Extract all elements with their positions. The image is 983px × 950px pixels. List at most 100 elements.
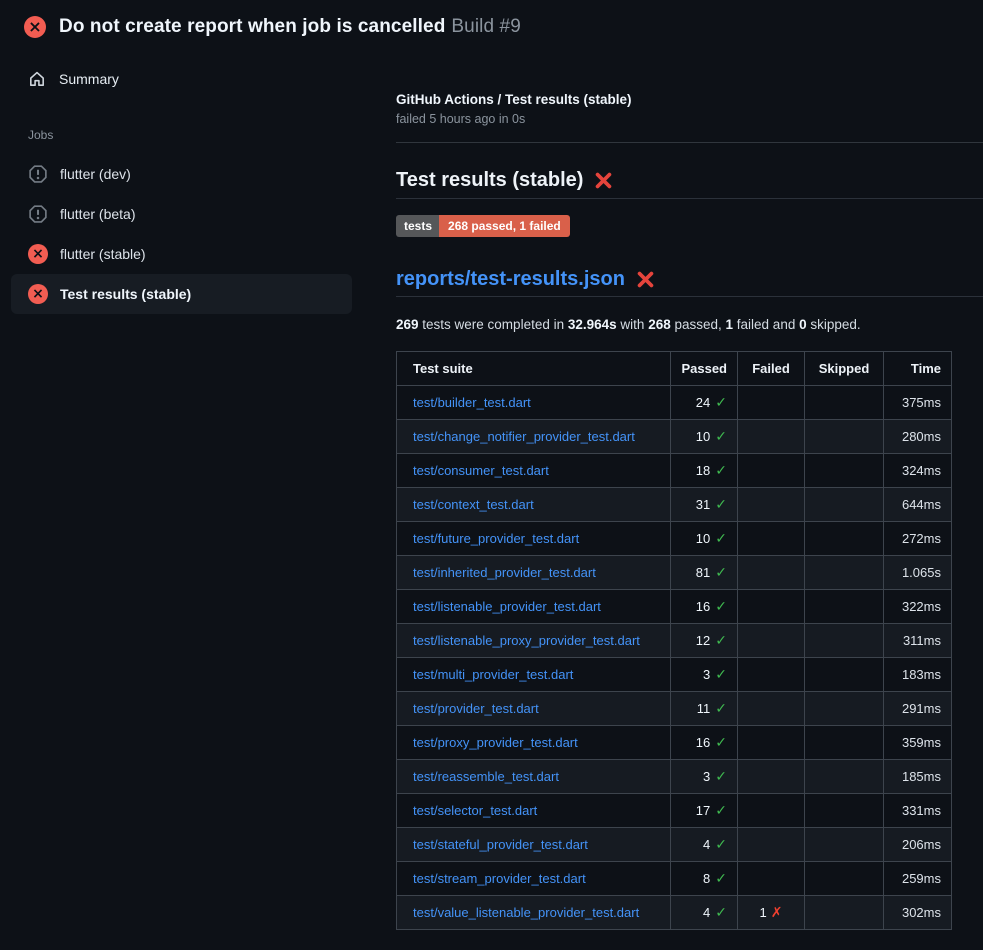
time-cell: 324ms <box>884 454 952 488</box>
passed-count: 3 <box>703 667 710 682</box>
check-icon: ✓ <box>715 769 727 785</box>
test-suite-link[interactable]: test/consumer_test.dart <box>413 463 549 478</box>
test-suite-link[interactable]: test/change_notifier_provider_test.dart <box>413 429 635 444</box>
failed-cell <box>738 522 805 556</box>
suite-cell: test/value_listenable_provider_test.dart <box>397 896 671 930</box>
test-suite-link[interactable]: test/stateful_provider_test.dart <box>413 837 588 852</box>
sidebar-item-flutter-dev[interactable]: flutter (dev) <box>11 154 352 194</box>
failed-cell <box>738 420 805 454</box>
sidebar-item-test-results-stable[interactable]: × Test results (stable) <box>11 274 352 314</box>
time-cell: 311ms <box>884 624 952 658</box>
failed-icon: × <box>28 244 48 264</box>
summary-number: 0 <box>799 317 807 332</box>
jobs-section-label: Jobs <box>0 98 365 154</box>
test-suite-link[interactable]: test/reassemble_test.dart <box>413 769 559 784</box>
failed-cell <box>738 590 805 624</box>
table-row: test/future_provider_test.dart 10✓ 272ms <box>397 522 952 556</box>
skipped-cell <box>805 828 884 862</box>
suite-cell: test/listenable_proxy_provider_test.dart <box>397 624 671 658</box>
passed-cell: 8✓ <box>671 862 738 896</box>
sidebar-item-flutter-stable[interactable]: × flutter (stable) <box>11 234 352 274</box>
time-cell: 183ms <box>884 658 952 692</box>
table-row: test/inherited_provider_test.dart81✓1.06… <box>397 556 952 590</box>
tests-badge: tests268 passed, 1 failed <box>396 215 570 237</box>
check-icon: ✓ <box>715 735 727 751</box>
sidebar-item-summary[interactable]: Summary <box>0 60 365 98</box>
time-cell: 322ms <box>884 590 952 624</box>
passed-count: 24 <box>696 395 710 410</box>
passed-cell: 17✓ <box>671 794 738 828</box>
check-icon: ✓ <box>715 429 727 445</box>
summary-text: tests were completed in <box>419 317 568 332</box>
passed-cell: 12✓ <box>671 624 738 658</box>
failed-cell <box>738 760 805 794</box>
summary-text: with <box>617 317 649 332</box>
time-cell: 280ms <box>884 420 952 454</box>
test-suite-link[interactable]: test/listenable_provider_test.dart <box>413 599 601 614</box>
table-row: test/reassemble_test.dart3✓185ms <box>397 760 952 794</box>
test-suite-link[interactable]: test/stream_provider_test.dart <box>413 871 586 886</box>
failed-cell <box>738 692 805 726</box>
passed-cell: 10✓ <box>671 522 738 556</box>
sidebar-item-label: flutter (stable) <box>60 246 146 262</box>
table-row: test/stateful_provider_test.dart4✓206ms <box>397 828 952 862</box>
suite-cell: test/context_test.dart <box>397 488 671 522</box>
report-title-link[interactable]: reports/test-results.json <box>396 268 625 291</box>
test-suite-link[interactable]: test/value_listenable_provider_test.dart <box>413 905 639 920</box>
failed-icon: × <box>28 284 48 304</box>
test-suite-link[interactable]: test/listenable_proxy_provider_test.dart <box>413 633 640 648</box>
table-row: test/builder_test.dart24✓375ms <box>397 386 952 420</box>
sidebar-item-label: flutter (dev) <box>60 166 131 182</box>
cross-icon: ✗ <box>771 905 783 921</box>
test-suite-link[interactable]: test/selector_test.dart <box>413 803 537 818</box>
check-icon: ✓ <box>715 837 727 853</box>
time-cell: 291ms <box>884 692 952 726</box>
table-row: test/consumer_test.dart18✓324ms <box>397 454 952 488</box>
test-suite-link[interactable]: test/multi_provider_test.dart <box>413 667 573 682</box>
suite-cell: test/reassemble_test.dart <box>397 760 671 794</box>
sidebar: Summary Jobs flutter (dev) flutter (beta)… <box>0 60 365 314</box>
test-suite-link[interactable]: test/builder_test.dart <box>413 395 531 410</box>
test-suite-link[interactable]: test/future_provider_test.dart <box>413 531 579 546</box>
check-icon: ✓ <box>715 531 727 547</box>
suite-cell: test/selector_test.dart <box>397 794 671 828</box>
test-suite-link[interactable]: test/provider_test.dart <box>413 701 539 716</box>
table-row: test/provider_test.dart11✓291ms <box>397 692 952 726</box>
passed-cell: 81✓ <box>671 556 738 590</box>
passed-cell: 3✓ <box>671 658 738 692</box>
test-suite-link[interactable]: test/proxy_provider_test.dart <box>413 735 578 750</box>
failed-cell <box>738 658 805 692</box>
suite-cell: test/stateful_provider_test.dart <box>397 828 671 862</box>
suite-cell: test/consumer_test.dart <box>397 454 671 488</box>
breadcrumb: GitHub Actions / Test results (stable) <box>396 92 983 107</box>
summary-line: 269 tests were completed in 32.964s with… <box>396 317 983 332</box>
column-header-skipped: Skipped <box>805 352 884 386</box>
badge-label: tests <box>396 215 439 237</box>
skipped-cell <box>805 862 884 896</box>
time-cell: 644ms <box>884 488 952 522</box>
column-header-failed: Failed <box>738 352 805 386</box>
report-title: reports/test-results.json <box>396 268 983 297</box>
skipped-cell <box>805 760 884 794</box>
table-row: test/multi_provider_test.dart 3✓ 183ms <box>397 658 952 692</box>
test-suite-link[interactable]: test/context_test.dart <box>413 497 534 512</box>
section-title: Test results (stable) <box>396 169 983 199</box>
test-suite-link[interactable]: test/inherited_provider_test.dart <box>413 565 596 580</box>
suite-cell: test/inherited_provider_test.dart <box>397 556 671 590</box>
failed-status-icon: × <box>24 16 46 38</box>
check-icon: ✓ <box>715 565 727 581</box>
sidebar-item-label: Test results (stable) <box>60 286 191 302</box>
time-cell: 359ms <box>884 726 952 760</box>
suite-cell: test/builder_test.dart <box>397 386 671 420</box>
passed-count: 4 <box>703 837 710 852</box>
table-row: test/context_test.dart31✓644ms <box>397 488 952 522</box>
skipped-cell <box>805 556 884 590</box>
sidebar-item-flutter-beta[interactable]: flutter (beta) <box>11 194 352 234</box>
time-cell: 272ms <box>884 522 952 556</box>
passed-count: 17 <box>696 803 710 818</box>
suite-cell: test/multi_provider_test.dart <box>397 658 671 692</box>
results-table: Test suitePassedFailedSkippedTime test/b… <box>396 351 952 930</box>
table-row: test/change_notifier_provider_test.dart1… <box>397 420 952 454</box>
check-icon: ✓ <box>715 701 727 717</box>
suite-cell: test/change_notifier_provider_test.dart <box>397 420 671 454</box>
